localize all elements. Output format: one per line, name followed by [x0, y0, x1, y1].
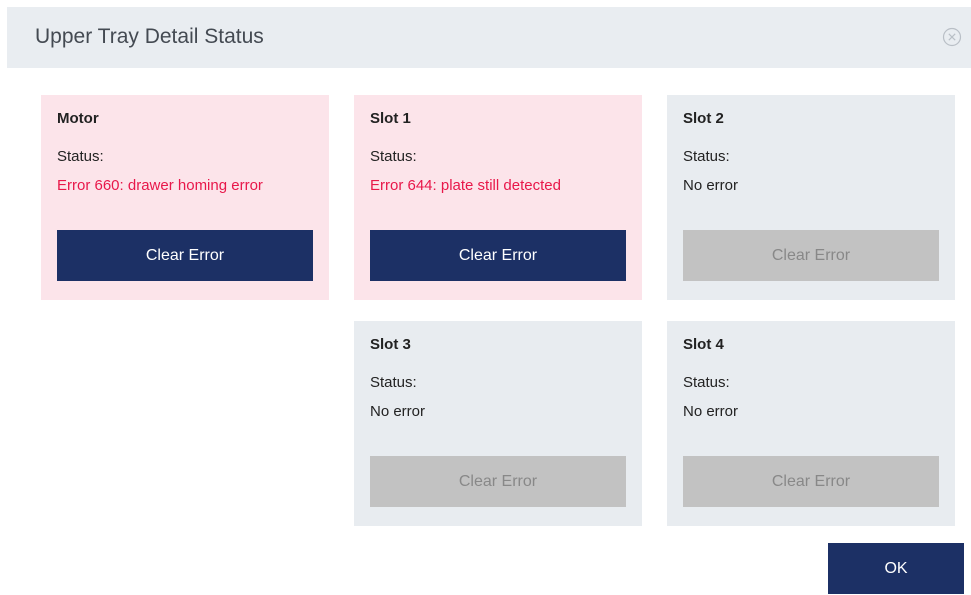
clear-error-button-slot-3: Clear Error	[370, 456, 626, 507]
card-title: Motor	[57, 110, 99, 127]
card-title: Slot 2	[683, 110, 724, 127]
card-title: Slot 1	[370, 110, 411, 127]
status-label: Status:	[683, 148, 730, 165]
status-value: Error 660: drawer homing error	[57, 177, 263, 194]
ok-button[interactable]: OK	[828, 543, 964, 594]
status-label: Status:	[370, 148, 417, 165]
status-value: No error	[370, 403, 426, 420]
status-label: Status:	[683, 374, 730, 391]
status-value: No error	[683, 177, 739, 194]
clear-error-button-motor[interactable]: Clear Error	[57, 230, 313, 281]
status-label: Status:	[370, 374, 417, 391]
dialog-header: Upper Tray Detail Status	[7, 7, 971, 68]
slot-1-status-card: Slot 1 Status: Error 644: plate still de…	[354, 95, 642, 300]
status-value: No error	[683, 403, 739, 420]
clear-error-button-slot-2: Clear Error	[683, 230, 939, 281]
slot-3-status-card: Slot 3 Status: No error Clear Error	[354, 321, 642, 526]
clear-error-button-slot-1[interactable]: Clear Error	[370, 230, 626, 281]
clear-error-button-slot-4: Clear Error	[683, 456, 939, 507]
card-title: Slot 3	[370, 336, 411, 353]
close-icon[interactable]	[942, 27, 962, 47]
slot-4-status-card: Slot 4 Status: No error Clear Error	[667, 321, 955, 526]
motor-status-card: Motor Status: Error 660: drawer homing e…	[41, 95, 329, 300]
status-value: Error 644: plate still detected	[370, 177, 561, 194]
card-title: Slot 4	[683, 336, 724, 353]
slot-2-status-card: Slot 2 Status: No error Clear Error	[667, 95, 955, 300]
dialog-title: Upper Tray Detail Status	[35, 25, 264, 48]
upper-tray-detail-dialog: Upper Tray Detail Status Motor Status: E…	[0, 0, 971, 595]
status-label: Status:	[57, 148, 104, 165]
